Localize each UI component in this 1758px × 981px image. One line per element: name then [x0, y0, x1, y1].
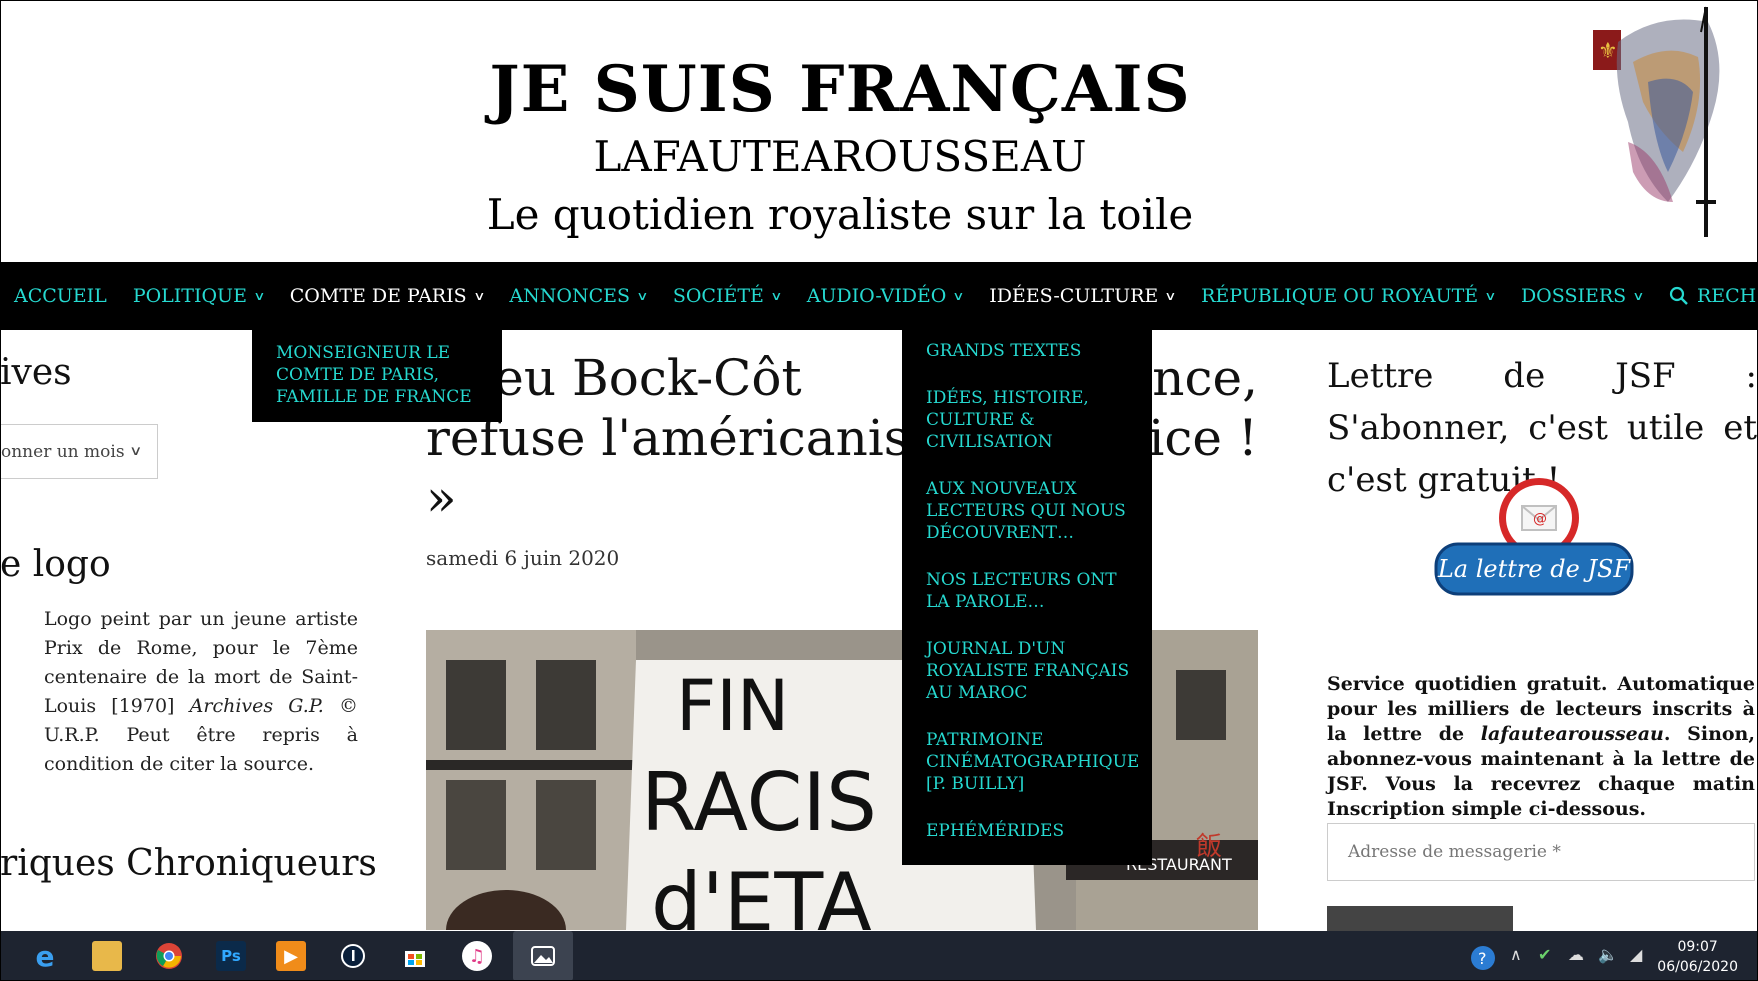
help-icon[interactable]: ?	[1470, 945, 1496, 975]
dropdown-comte-de-paris: MONSEIGNEUR LE COMTE DE PARIS, FAMILLE D…	[252, 330, 502, 422]
sign-line: RACIS	[641, 756, 877, 849]
nav-label: SOCIÉTÉ	[672, 285, 764, 307]
security-icon[interactable]: ✔	[1538, 945, 1551, 964]
nav-recherche[interactable]: RECHERCHE	[1669, 285, 1758, 307]
chevron-down-icon: ∨	[1632, 289, 1645, 303]
store-icon[interactable]	[400, 941, 430, 971]
email-placeholder: Adresse de messagerie *	[1348, 842, 1561, 862]
itunes-icon[interactable]: ♫	[462, 941, 492, 971]
chevron-up-icon[interactable]: ∧	[1510, 945, 1522, 964]
chrome-icon[interactable]	[154, 941, 184, 971]
nav-label: RECHERCHE	[1696, 285, 1758, 307]
dropdown-item[interactable]: JOURNAL D'UN ROYALISTE FRANÇAIS AU MAROC	[926, 638, 1132, 704]
article-date: samedi 6 juin 2020	[426, 546, 620, 570]
dropdown-item[interactable]: NOS LECTEURS ONT LA PAROLE…	[926, 569, 1132, 613]
dropdown-item[interactable]: MONSEIGNEUR LE COMTE DE PARIS, FAMILLE D…	[276, 342, 502, 408]
nav-accueil[interactable]: ACCUEIL	[14, 285, 107, 307]
nav-label: COMTE DE PARIS	[289, 285, 467, 307]
nav-republique-ou-royaute[interactable]: RÉPUBLIQUE OU ROYAUTÉ ∨	[1201, 285, 1497, 307]
newsletter-badge[interactable]: @ La lettre de JSF	[1434, 476, 1634, 601]
svg-text:@: @	[1533, 511, 1547, 527]
archives-heading: ives	[0, 352, 72, 393]
nav-label: AUDIO-VIDÉO	[806, 285, 947, 307]
nav-comte-de-paris[interactable]: COMTE DE PARIS ∨	[289, 285, 486, 307]
clock-time: 09:07	[1677, 939, 1718, 955]
clock-date: 06/06/2020	[1657, 959, 1738, 975]
chevron-down-icon: ∨	[636, 289, 649, 303]
svg-text:⚜: ⚜	[1598, 39, 1618, 64]
nav-annonces[interactable]: ANNONCES ∨	[509, 285, 649, 307]
site-subtitle: LAFAUTEAROUSSEAU	[593, 132, 1087, 181]
nav-label: POLITIQUE	[132, 285, 247, 307]
photos-icon[interactable]	[513, 931, 573, 981]
sign-line: FIN	[676, 665, 789, 747]
chevron-down-icon: ∨	[952, 289, 965, 303]
search-icon	[1669, 286, 1688, 305]
chroniqueurs-heading: riques Chroniqueurs	[0, 843, 377, 884]
dropdown-item[interactable]: IDÉES, HISTOIRE, CULTURE & CIVILISATION	[926, 387, 1132, 453]
nav-politique[interactable]: POLITIQUE ∨	[132, 285, 266, 307]
site-title[interactable]: JE SUIS FRANÇAIS	[0, 52, 1680, 127]
nav-idees-culture[interactable]: IDÉES-CULTURE ∨	[989, 285, 1177, 307]
logo-description: Logo peint par un jeune artiste Prix de …	[44, 605, 358, 779]
email-input[interactable]: Adresse de messagerie *	[1327, 823, 1755, 881]
svg-text:飯: 飯	[1196, 832, 1222, 862]
chevron-down-icon: ∨	[128, 444, 142, 459]
newsletter-description: Service quotidien gratuit. Automatique p…	[1327, 672, 1755, 822]
badge-label: La lettre de JSF	[1437, 555, 1632, 583]
site-header: JE SUIS FRANÇAIS LAFAUTEAROUSSEAU Le quo…	[0, 0, 1758, 262]
logo-text-archives: Archives G.P.	[189, 695, 324, 717]
nav-societe[interactable]: SOCIÉTÉ ∨	[672, 285, 783, 307]
chevron-down-icon: ∨	[1484, 289, 1497, 303]
chevron-down-icon: ∨	[253, 289, 266, 303]
nav-label: ACCUEIL	[14, 285, 107, 307]
dropdown-item[interactable]: EPHÉMÉRIDES	[926, 820, 1132, 842]
file-explorer-icon[interactable]	[92, 941, 122, 971]
edge-icon[interactable]: e	[30, 940, 60, 973]
archives-month-select[interactable]: onner un mois ∨	[0, 424, 158, 479]
title-fragment: ice !	[1148, 409, 1258, 467]
wifi-icon[interactable]: ◢	[1630, 945, 1642, 964]
chevron-down-icon: ∨	[770, 289, 783, 303]
site-tagline: Le quotidien royaliste sur la toile	[486, 190, 1194, 239]
nav-label: IDÉES-CULTURE	[989, 285, 1159, 307]
dropdown-item[interactable]: PATRIMOINE CINÉMATOGRAPHIQUE [P. BUILLY]	[926, 729, 1139, 795]
media-player-icon[interactable]: ▶	[276, 941, 306, 971]
logo-heading: e logo	[0, 544, 111, 585]
dropdown-item[interactable]: GRANDS TEXTES	[926, 340, 1132, 362]
svg-text:?: ?	[1478, 949, 1487, 968]
app-icon[interactable]	[338, 941, 368, 971]
nav-label: RÉPUBLIQUE OU ROYAUTÉ	[1201, 285, 1479, 307]
desc-em: lafautearousseau	[1480, 723, 1664, 745]
photoshop-icon[interactable]: Ps	[216, 941, 246, 971]
fleur-de-lis-logo-icon: ⚜	[1593, 6, 1720, 237]
main-navigation: ACCUEIL POLITIQUE ∨ COMTE DE PARIS ∨ ANNON…	[0, 262, 1758, 330]
chevron-down-icon: ∨	[1164, 289, 1177, 303]
taskbar-clock[interactable]: 09:07 06/06/2020	[1657, 937, 1738, 977]
cloud-icon[interactable]: ☁	[1568, 945, 1584, 964]
nav-label: ANNONCES	[509, 285, 631, 307]
title-fragment: nce,	[1152, 349, 1258, 407]
chevron-down-icon: ∨	[472, 289, 486, 303]
select-value: onner un mois	[1, 441, 125, 462]
dropdown-item[interactable]: AUX NOUVEAUX LECTEURS QUI NOUS DÉCOUVREN…	[926, 478, 1132, 544]
volume-icon[interactable]: 🔈	[1598, 945, 1618, 964]
nav-audio-video[interactable]: AUDIO-VIDÉO ∨	[806, 285, 965, 307]
windows-taskbar: e Ps ▶ ♫ ? ∧ ✔ ☁ 🔈 ◢ 09:07 06/06/2020	[0, 931, 1758, 981]
nav-label: DOSSIERS	[1520, 285, 1627, 307]
dropdown-idees-culture: GRANDS TEXTES IDÉES, HISTOIRE, CULTURE &…	[902, 330, 1152, 865]
sign-line: d'ETA	[651, 856, 872, 930]
nav-dossiers[interactable]: DOSSIERS ∨	[1520, 285, 1645, 307]
